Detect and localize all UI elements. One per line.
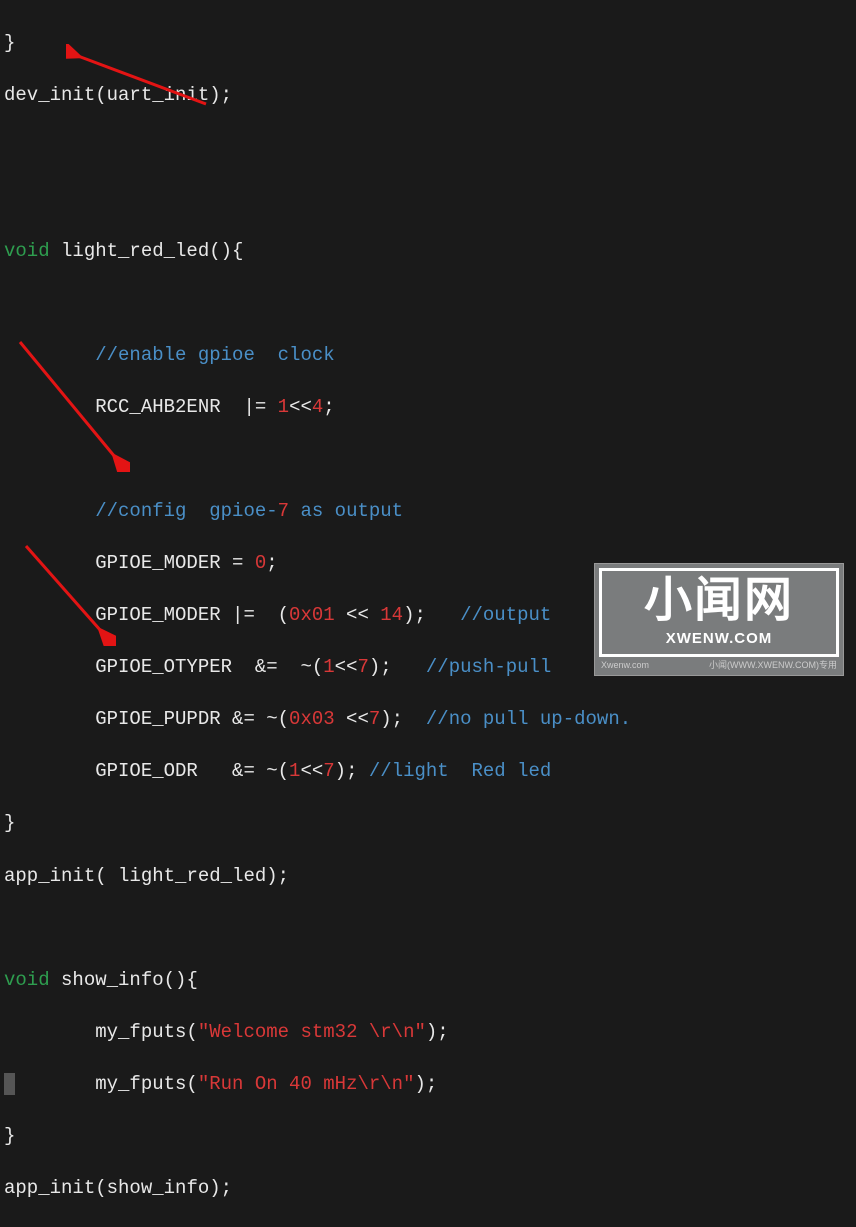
code-line: //config gpioe-7 as output xyxy=(4,498,852,524)
watermark-footer: Xwenw.com 小闻(WWW.XWENW.COM)专用 xyxy=(599,657,839,671)
code-line: } xyxy=(4,30,852,56)
keyword: void xyxy=(4,969,50,991)
fn-call: app_init xyxy=(4,1177,95,1199)
code-line: RCC_AHB2ENR |= 1<<4; xyxy=(4,394,852,420)
keyword: void xyxy=(4,240,50,262)
brace: } xyxy=(4,812,15,834)
code-line xyxy=(4,446,852,472)
code-line: my_fputs("Welcome stm32 \r\n"); xyxy=(4,1019,852,1045)
string: "Welcome stm32 \r\n" xyxy=(198,1021,426,1043)
comment: //config gpioe- xyxy=(4,500,278,522)
brace: } xyxy=(4,32,15,54)
watermark-footer-right: 小闻(WWW.XWENW.COM)专用 xyxy=(709,659,837,671)
code-line: my_fputs("Run On 40 mHz\r\n"); xyxy=(4,1071,852,1097)
code-line: GPIOE_PUPDR &= ~(0x03 <<7); //no pull up… xyxy=(4,706,852,732)
watermark-text-cn: 小闻网 xyxy=(612,577,826,625)
code-line: GPIOE_ODR &= ~(1<<7); //light Red led xyxy=(4,758,852,784)
code-line: dev_init(uart_init); xyxy=(4,82,852,108)
fn-call: dev_init xyxy=(4,84,95,106)
watermark-box: 小闻网 XWENW.COM xyxy=(599,568,839,657)
code-line xyxy=(4,134,852,160)
comment: //push-pull xyxy=(426,656,551,678)
watermark-text-en: XWENW.COM xyxy=(612,629,826,650)
code-line: void show_info(){ xyxy=(4,967,852,993)
string: "Run On 40 mHz\r\n" xyxy=(198,1073,415,1095)
code-line xyxy=(4,290,852,316)
comment: //no pull up-down. xyxy=(426,708,631,730)
code-line: //enable gpioe clock xyxy=(4,342,852,368)
code-line: void light_red_led(){ xyxy=(4,238,852,264)
fn-call: app_init xyxy=(4,865,95,887)
comment: //enable gpioe clock xyxy=(4,344,335,366)
comment: //light Red led xyxy=(369,760,551,782)
code-line xyxy=(4,915,852,941)
code-line: app_init( light_red_led); xyxy=(4,863,852,889)
code-line: } xyxy=(4,810,852,836)
comment: //output xyxy=(460,604,551,626)
watermark-footer-left: Xwenw.com xyxy=(601,659,649,671)
watermark: 小闻网 XWENW.COM Xwenw.com 小闻(WWW.XWENW.COM… xyxy=(594,563,844,676)
code-line xyxy=(4,186,852,212)
code-line: app_init(show_info); xyxy=(4,1175,852,1201)
brace: } xyxy=(4,1125,15,1147)
code-line: } xyxy=(4,1123,852,1149)
